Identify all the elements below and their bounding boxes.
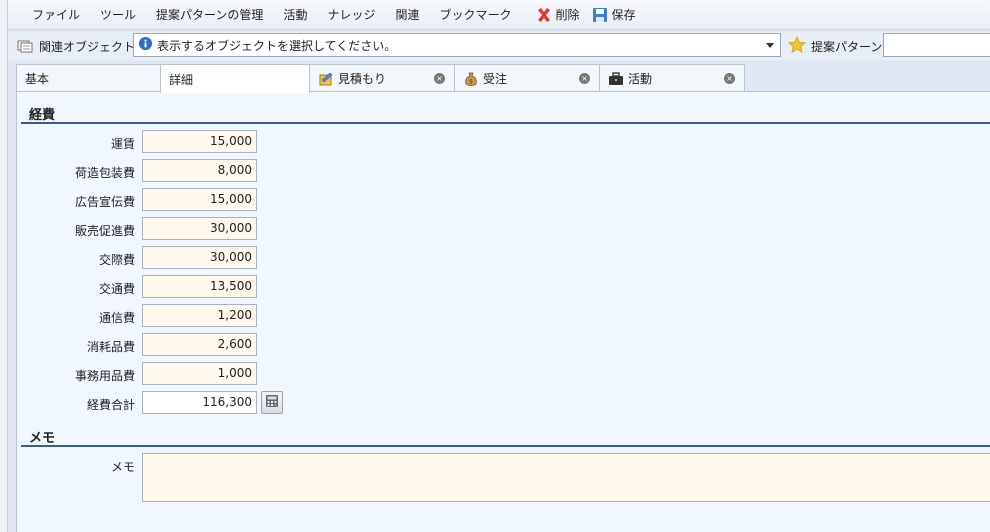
related-object-icon xyxy=(17,38,33,54)
consumables-input[interactable]: 2,600 xyxy=(142,333,257,356)
tab-order[interactable]: $ 受注 × xyxy=(454,64,600,92)
field-label-advertising: 広告宣伝費 xyxy=(74,195,135,209)
save-label: 保存 xyxy=(611,8,636,22)
related-object-select[interactable]: 表示するオブジェクトを選択してください。 xyxy=(133,33,781,57)
field-label-expense-total: 経費合計 xyxy=(86,398,135,412)
tab-detail[interactable]: 詳細 xyxy=(160,64,310,93)
menu-tools[interactable]: ツール xyxy=(90,0,146,30)
menu-file[interactable]: ファイル xyxy=(22,0,90,30)
info-icon xyxy=(138,36,153,54)
detail-panel: 経費 運賃 15,000 荷造包装費 8,000 広告宣伝費 15,000 販売… xyxy=(16,91,990,532)
svg-text:$: $ xyxy=(469,78,473,85)
field-label-consumables: 消耗品費 xyxy=(86,340,135,354)
field-label-packing: 荷造包装費 xyxy=(74,166,135,180)
chevron-down-icon[interactable] xyxy=(766,43,774,48)
money-bag-icon: $ xyxy=(463,71,479,87)
star-icon[interactable] xyxy=(788,36,806,54)
close-icon[interactable]: × xyxy=(724,73,735,84)
tab-estimate-label: 見積もり xyxy=(338,72,387,86)
close-icon[interactable]: × xyxy=(434,73,445,84)
menu-knowledge[interactable]: ナレッジ xyxy=(317,0,385,30)
tab-strip: 基本 詳細 見積もり × $ 受注 × 活動 × xyxy=(16,64,745,93)
delete-label: 削除 xyxy=(555,8,580,22)
related-object-bar: 関連オブジェクト 表示するオブジェクトを選択してください。 提案パターン xyxy=(8,32,990,60)
tab-estimate[interactable]: 見積もり × xyxy=(309,64,455,92)
related-object-select-text: 表示するオブジェクトを選択してください。 xyxy=(157,38,397,53)
tab-activity-label: 活動 xyxy=(628,72,653,86)
related-object-label: 関連オブジェクト xyxy=(39,39,136,54)
expenses-section-title: 経費 xyxy=(29,108,56,123)
field-label-entertainment: 交際費 xyxy=(98,253,135,267)
field-label-sales-promotion: 販売促進費 xyxy=(74,224,135,238)
save-button[interactable]: 保存 xyxy=(586,0,642,30)
tab-basic[interactable]: 基本 xyxy=(16,64,161,92)
field-label-transportation: 交通費 xyxy=(98,282,135,296)
menu-activity[interactable]: 活動 xyxy=(273,0,317,30)
tab-activity[interactable]: 活動 × xyxy=(599,64,745,92)
advertising-input[interactable]: 15,000 xyxy=(142,188,257,211)
tab-order-label: 受注 xyxy=(483,72,508,86)
office-supplies-input[interactable]: 1,000 xyxy=(142,362,257,385)
tab-basic-label: 基本 xyxy=(25,72,50,86)
floppy-disk-icon xyxy=(592,7,608,23)
memo-section-title: メモ xyxy=(29,431,56,446)
calculator-button[interactable] xyxy=(261,391,283,414)
menu-bookmark[interactable]: ブックマーク xyxy=(429,0,521,30)
transportation-input[interactable]: 13,500 xyxy=(142,275,257,298)
memo-section-divider xyxy=(21,445,990,447)
delete-x-icon xyxy=(536,7,552,23)
menu-pattern-management[interactable]: 提案パターンの管理 xyxy=(146,0,273,30)
proposal-pattern-input[interactable] xyxy=(883,33,990,57)
expense-total-input[interactable]: 116,300 xyxy=(142,391,257,414)
sales-promotion-input[interactable]: 30,000 xyxy=(142,217,257,240)
field-label-freight: 運賃 xyxy=(110,137,135,151)
communication-input[interactable]: 1,200 xyxy=(142,304,257,327)
freight-input[interactable]: 15,000 xyxy=(142,130,257,153)
field-label-communication: 通信費 xyxy=(98,311,135,325)
memo-textarea[interactable] xyxy=(142,453,990,502)
field-label-office-supplies: 事務用品費 xyxy=(74,369,135,383)
briefcase-icon xyxy=(608,71,624,87)
menu-bar: ファイル ツール 提案パターンの管理 活動 ナレッジ 関連 ブックマーク 削除 … xyxy=(8,0,990,30)
field-label-memo: メモ xyxy=(110,460,135,474)
close-icon[interactable]: × xyxy=(579,73,590,84)
estimate-icon xyxy=(318,71,334,87)
proposal-pattern-label: 提案パターン xyxy=(811,40,883,54)
calculator-icon xyxy=(265,394,279,411)
tab-detail-label: 詳細 xyxy=(169,72,194,87)
left-frame-border xyxy=(0,0,8,532)
entertainment-input[interactable]: 30,000 xyxy=(142,246,257,269)
packing-input[interactable]: 8,000 xyxy=(142,159,257,182)
app-window: ファイル ツール 提案パターンの管理 活動 ナレッジ 関連 ブックマーク 削除 … xyxy=(8,0,990,532)
expenses-section-divider xyxy=(21,122,990,124)
delete-button[interactable]: 削除 xyxy=(530,0,586,30)
menu-related[interactable]: 関連 xyxy=(385,0,429,30)
